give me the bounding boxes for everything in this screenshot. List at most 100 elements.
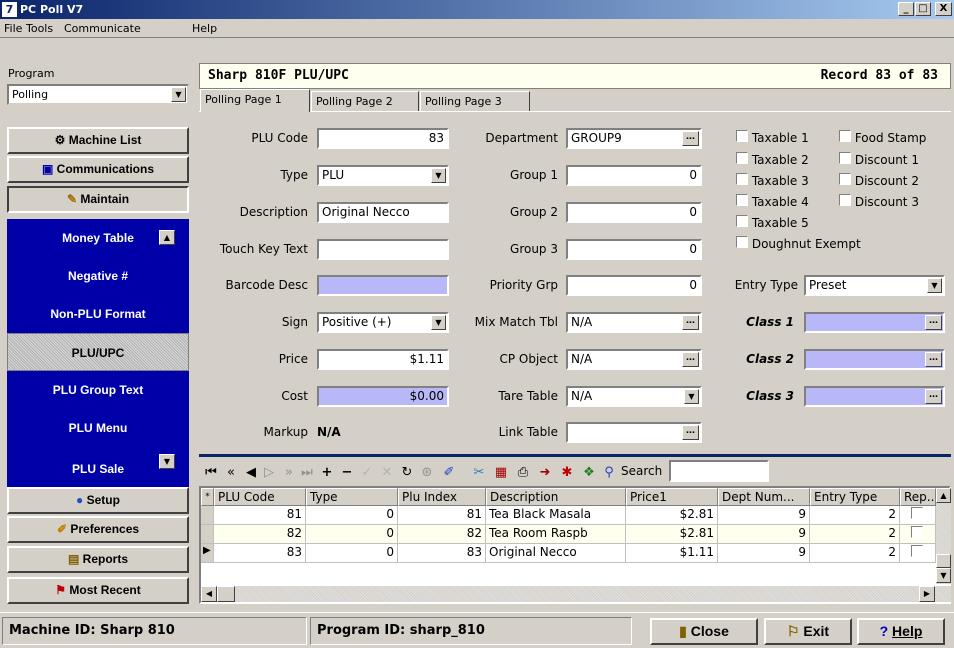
nav-most-recent-button[interactable]: ⚑ Most Recent (7, 577, 189, 604)
checkbox-box[interactable] (839, 152, 851, 164)
taxable3-checkbox[interactable]: Taxable 3 (736, 173, 809, 188)
price-input[interactable]: $1.11 (317, 349, 449, 370)
refresh-icon[interactable]: ↻ (399, 465, 415, 480)
taxable5-checkbox[interactable]: Taxable 5 (736, 215, 809, 230)
group3-input[interactable]: 0 (566, 239, 702, 260)
class1-input[interactable]: … (804, 312, 945, 333)
help-button[interactable]: ? Help (857, 618, 945, 645)
taxable4-checkbox[interactable]: Taxable 4 (736, 194, 809, 209)
ellipsis-icon[interactable]: … (682, 352, 699, 367)
chevron-down-icon[interactable]: ▼ (431, 315, 446, 330)
minimize-button[interactable]: _ (898, 2, 914, 16)
class2-input[interactable]: … (804, 349, 945, 370)
tab-polling-page-1[interactable]: Polling Page 1 (200, 89, 310, 112)
scroll-left-icon[interactable]: ◀ (201, 586, 217, 602)
col-plu-index[interactable]: Plu Index (398, 488, 486, 506)
search-icon[interactable]: ⚲ (601, 465, 617, 480)
touch-key-input[interactable] (317, 239, 449, 260)
checkbox-box[interactable] (736, 215, 748, 227)
vertical-scrollbar[interactable]: ▲ ▼ (936, 488, 951, 584)
cell-type[interactable]: 0 (306, 506, 398, 525)
submenu-non-plu-format[interactable]: Non-PLU Format (7, 295, 189, 333)
goto-icon[interactable]: ⊛ (419, 465, 435, 480)
type-select[interactable]: PLU ▼ (317, 165, 449, 186)
post-check-icon[interactable]: ✓ (359, 465, 375, 480)
cell-price1[interactable]: $2.81 (626, 525, 718, 544)
cell-dept-num[interactable]: 9 (718, 544, 810, 563)
cost-input[interactable]: $0.00 (317, 386, 449, 407)
previous-record-icon[interactable]: ◀ (243, 465, 259, 480)
ellipsis-icon[interactable]: … (925, 352, 942, 367)
cell-entry-type[interactable]: 2 (810, 525, 900, 544)
doughnut-exempt-checkbox[interactable]: Doughnut Exempt (736, 236, 861, 251)
last-record-icon[interactable]: ⏭ (299, 465, 315, 480)
first-record-icon[interactable]: ⏮ (203, 465, 219, 480)
cell-type[interactable]: 0 (306, 525, 398, 544)
entry-type-select[interactable]: Preset ▼ (804, 275, 945, 296)
cell-price1[interactable]: $1.11 (626, 544, 718, 563)
tare-table-select[interactable]: N/A ▼ (566, 386, 702, 407)
scroll-thumb[interactable] (217, 586, 235, 602)
plu-code-input[interactable]: 83 (317, 128, 449, 149)
maximize-button[interactable]: □ (915, 2, 931, 16)
export-icon[interactable]: ➜ (537, 465, 553, 480)
exit-button[interactable]: ⚐ Exit (764, 618, 852, 645)
scroll-up-icon[interactable]: ▲ (159, 230, 175, 245)
cell-description[interactable]: Original Necco (486, 544, 626, 563)
cell-plu-index[interactable]: 82 (398, 525, 486, 544)
tab-polling-page-2[interactable]: Polling Page 2 (311, 91, 419, 112)
current-row-arrow-icon[interactable]: ▶ (201, 544, 214, 563)
scroll-down-icon[interactable]: ▼ (159, 454, 175, 469)
col-entry-type[interactable]: Entry Type (810, 488, 900, 506)
menu-tools[interactable]: Tools (26, 22, 53, 35)
col-rep[interactable]: Rep... (900, 488, 936, 506)
cell-rep[interactable] (900, 544, 936, 563)
cell-plu-index[interactable]: 83 (398, 544, 486, 563)
checkbox-box[interactable] (736, 236, 748, 248)
horizontal-scrollbar[interactable]: ◀ ▶ (201, 586, 951, 602)
chevron-down-icon[interactable]: ▼ (927, 278, 942, 293)
cell-plu-code[interactable]: 82 (214, 525, 306, 544)
add-record-icon[interactable]: + (319, 465, 335, 480)
menu-help[interactable]: Help (192, 22, 217, 35)
taxable1-checkbox[interactable]: Taxable 1 (736, 130, 809, 145)
previous-page-icon[interactable]: « (223, 465, 239, 480)
department-input[interactable]: GROUP9… (566, 128, 702, 149)
cell-description[interactable]: Tea Room Raspb (486, 525, 626, 544)
scroll-right-icon[interactable]: ▶ (919, 586, 935, 602)
cell-rep[interactable] (900, 506, 936, 525)
submenu-negative[interactable]: Negative # (7, 257, 189, 295)
checkbox-box[interactable] (839, 130, 851, 142)
discount2-checkbox[interactable]: Discount 2 (839, 173, 919, 188)
cell-description[interactable]: Tea Black Masala (486, 506, 626, 525)
checkbox-box[interactable] (736, 173, 748, 185)
cell-dept-num[interactable]: 9 (718, 506, 810, 525)
chevron-down-icon[interactable]: ▼ (684, 389, 699, 404)
tab-polling-page-3[interactable]: Polling Page 3 (420, 91, 530, 112)
next-record-icon[interactable]: ▷ (261, 465, 277, 480)
barcode-desc-input[interactable] (317, 275, 449, 296)
checkbox-box[interactable] (839, 194, 851, 206)
cell-type[interactable]: 0 (306, 544, 398, 563)
col-price1[interactable]: Price1 (626, 488, 718, 506)
close-window-button[interactable]: X (935, 2, 952, 16)
cell-rep[interactable] (900, 525, 936, 544)
class3-input[interactable]: … (804, 386, 945, 407)
print-icon[interactable]: ⎙ (515, 465, 531, 480)
filter-icon[interactable]: ❖ (581, 465, 597, 480)
ellipsis-icon[interactable]: … (925, 315, 942, 330)
checkbox-box[interactable] (736, 194, 748, 206)
col-description[interactable]: Description (486, 488, 626, 506)
row-selector[interactable] (201, 506, 214, 525)
ellipsis-icon[interactable]: … (925, 389, 942, 404)
tools-icon[interactable]: ✂ (471, 465, 487, 480)
col-plu-code[interactable]: PLU Code (214, 488, 306, 506)
checkbox-box[interactable] (911, 507, 923, 519)
menu-communicate[interactable]: Communicate (64, 22, 141, 35)
checkbox-box[interactable] (911, 545, 923, 557)
cell-entry-type[interactable]: 2 (810, 544, 900, 563)
col-dept-num[interactable]: Dept Num... (718, 488, 810, 506)
nav-machine-list-button[interactable]: ⚙ Machine List (7, 127, 189, 154)
group2-input[interactable]: 0 (566, 202, 702, 223)
submenu-plu-menu[interactable]: PLU Menu (7, 409, 189, 447)
